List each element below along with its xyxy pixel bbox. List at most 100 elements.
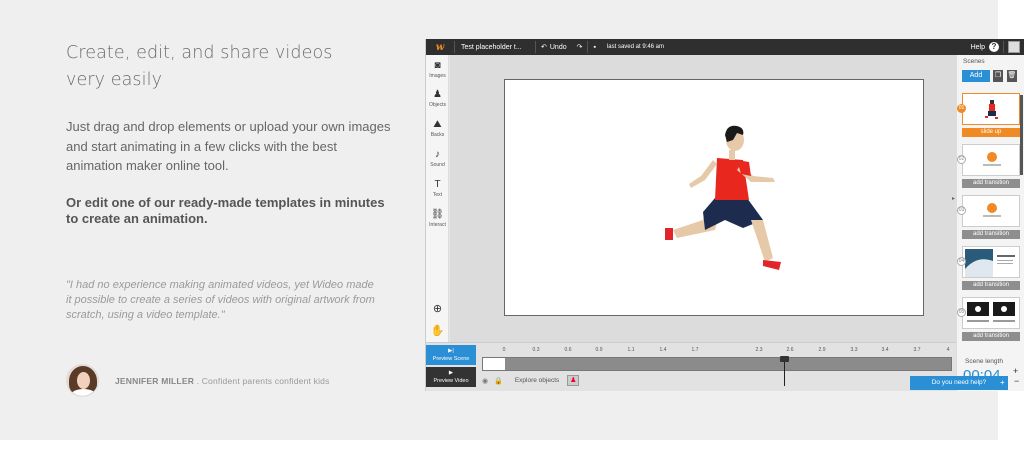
undo-icon: ↶	[541, 44, 547, 51]
back-shoe	[665, 228, 673, 240]
save-button[interactable]: ▪	[588, 44, 600, 51]
scene-thumbnail-5[interactable]	[962, 297, 1020, 329]
help-expand-icon[interactable]: +	[1000, 376, 1005, 390]
playhead-handle[interactable]	[780, 356, 789, 362]
help-link[interactable]: Help	[971, 44, 985, 51]
tool-interact-label: Interact	[429, 222, 446, 228]
timeline-ruler[interactable]: 0 0.3 0.6 0.9 1.1 1.4 1.7 2.3 2.6 2.9 3.…	[482, 347, 952, 357]
scene-4-transition[interactable]: add transition	[962, 281, 1020, 290]
person-icon: ♟	[433, 89, 442, 100]
scene-thumbnail-1[interactable]	[962, 93, 1020, 125]
intro-bold-paragraph: Or edit one of our ready-made templates …	[66, 195, 385, 226]
link-icon: ⛓	[431, 209, 444, 220]
scene-5-preview	[967, 302, 1015, 322]
explore-objects-link[interactable]: Explore objects	[515, 377, 559, 384]
scene-thumbnail-2[interactable]	[962, 144, 1020, 176]
intro-paragraph: Just drag and drop elements or upload yo…	[66, 119, 391, 173]
timeline-track[interactable]	[482, 356, 952, 386]
runner-object-icon[interactable]: ♟	[567, 375, 580, 386]
avatar	[66, 364, 99, 397]
editor-topbar: w Test placeholder t... ↶ Undo ↷ ▪ last …	[426, 39, 1024, 55]
scenes-scrollbar[interactable]	[1020, 95, 1023, 175]
scene-number-5: 05	[957, 308, 966, 317]
tick-label: 0.9	[595, 347, 603, 353]
scene-number-1: 01	[957, 104, 966, 113]
visibility-eye-icon[interactable]: ◉	[482, 377, 488, 385]
duplicate-scene-button[interactable]: ❐	[993, 70, 1003, 82]
scene-1-preview	[985, 100, 998, 119]
timeline: ▶| Preview Scene ▶ Preview Video 0 0.3 0…	[426, 342, 956, 391]
tool-images-label: Images	[429, 73, 446, 79]
preview-video-button[interactable]: ▶ Preview Video	[426, 367, 476, 387]
tool-objects[interactable]: ♟ Objects	[426, 89, 449, 108]
scene-1-transition[interactable]: slide up	[962, 128, 1020, 137]
pan-button[interactable]: ✋	[426, 321, 449, 339]
decrease-length-button[interactable]: −	[1014, 376, 1019, 386]
tools-sidebar: ◙ Images ♟ Objects ⛰ Backs ♪ Sound T Tex…	[426, 55, 449, 342]
running-man-illustration[interactable]	[505, 80, 925, 317]
tool-text[interactable]: T Text	[426, 179, 449, 198]
tool-backs-label: Backs	[430, 132, 445, 138]
delete-scene-button[interactable]: 🗑	[1007, 70, 1017, 82]
landscape-icon: ⛰	[433, 119, 442, 130]
help-chat-tab[interactable]: Do you need help?	[910, 376, 1008, 390]
redo-button[interactable]: ↷	[572, 43, 588, 51]
tool-backs[interactable]: ⛰ Backs	[426, 119, 449, 138]
canvas-area	[450, 55, 956, 342]
scene-number-3: 03	[957, 206, 966, 215]
text-icon: T	[434, 179, 441, 190]
zoom-icon: ⊕	[432, 303, 443, 315]
tick-label: 2.3	[755, 347, 763, 353]
video-editor: w Test placeholder t... ↶ Undo ↷ ▪ last …	[425, 39, 1024, 391]
wideo-logo[interactable]: w	[426, 42, 454, 53]
page-footer-space	[0, 440, 1024, 471]
neck	[729, 150, 735, 160]
add-scene-button[interactable]: Add	[962, 70, 990, 82]
scene-2-transition[interactable]: add transition	[962, 179, 1020, 188]
scene-5-transition[interactable]: add transition	[962, 332, 1020, 341]
undo-button[interactable]: ↶ Undo	[536, 43, 572, 52]
undo-label: Undo	[549, 43, 567, 51]
scene-4-preview	[965, 249, 1015, 277]
marketing-headline: Create, edit, and share videos very easi…	[66, 40, 366, 94]
scenes-title: Scenes	[963, 58, 985, 65]
headline-line-1: Create, edit, and share videos	[66, 43, 333, 63]
project-title[interactable]: Test placeholder t...	[455, 44, 535, 51]
testimonial-author: JENNIFER MILLER . Confident parents conf…	[115, 376, 330, 386]
zoom-button[interactable]: ⊕	[426, 299, 449, 317]
scene-3-preview	[983, 203, 1001, 217]
increase-length-button[interactable]: +	[1013, 366, 1018, 376]
tick-label: 1.4	[659, 347, 667, 353]
tool-interact[interactable]: ⛓ Interact	[426, 209, 449, 228]
lock-icon[interactable]: 🔒	[494, 377, 503, 385]
music-note-icon: ♪	[435, 149, 440, 160]
camera-icon: ◙	[434, 60, 441, 71]
play-video-icon: ▶	[448, 370, 454, 376]
preview-video-label: Preview Video	[433, 378, 469, 384]
scenes-panel: Scenes Add ❐ 🗑 01 slide up 02 add transi…	[956, 55, 1024, 391]
tool-objects-label: Objects	[429, 102, 446, 108]
scene-canvas[interactable]	[504, 79, 924, 316]
hand-icon: ✋	[430, 325, 445, 337]
scene-thumbnail-4[interactable]	[962, 246, 1020, 278]
timeline-clip[interactable]	[483, 358, 505, 370]
tool-sound[interactable]: ♪ Sound	[426, 149, 449, 168]
testimonial-name: JENNIFER MILLER	[115, 375, 195, 386]
help-icon[interactable]: ?	[989, 42, 999, 52]
tick-label: 3.4	[881, 347, 889, 353]
tick-label: 3.3	[850, 347, 858, 353]
scene-thumbnail-3[interactable]	[962, 195, 1020, 227]
tick-label: 0	[502, 347, 506, 353]
headline-line-2: very easily	[66, 70, 163, 90]
tick-label: 2.9	[818, 347, 826, 353]
tool-images[interactable]: ◙ Images	[426, 60, 449, 79]
scene-length-label: Scene length	[965, 358, 1003, 365]
scene-3-transition[interactable]: add transition	[962, 230, 1020, 239]
tick-label: 4	[946, 347, 950, 353]
scene-number-2: 02	[957, 155, 966, 164]
back-arm	[689, 160, 717, 188]
collapse-panel-icon[interactable]: ▸	[952, 195, 955, 202]
testimonial-quote: "I had no experience making animated vid…	[66, 279, 375, 321]
preview-scene-button[interactable]: ▶| Preview Scene	[426, 345, 476, 365]
user-avatar[interactable]	[1008, 41, 1020, 53]
